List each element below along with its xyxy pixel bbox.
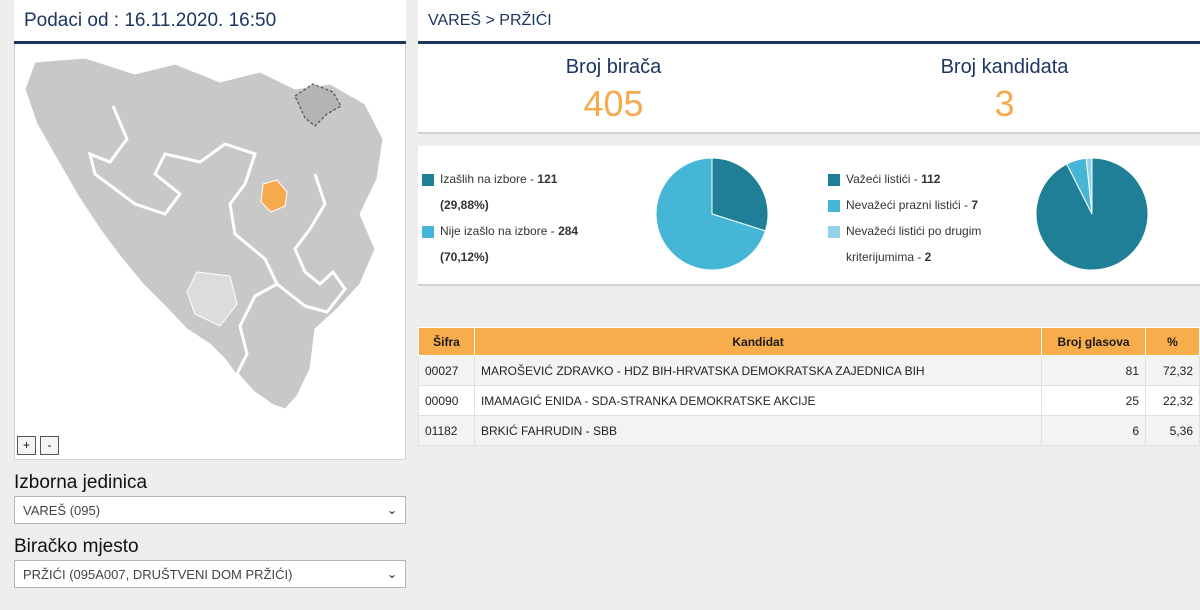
cell-code: 00027 xyxy=(418,355,475,386)
charts-panel: Izašlih na izbore - 121 (29,88%) Nije iza… xyxy=(418,146,1200,286)
voters-label: Broj birača xyxy=(565,56,662,78)
zoom-out-button[interactable]: - xyxy=(40,436,59,455)
zoom-controls: + - xyxy=(17,436,59,455)
legend-pct: (29,88%) xyxy=(440,198,489,212)
legend-item-blank: Nevažeći prazni listići - 7 xyxy=(828,192,1018,218)
candidates-value: 3 xyxy=(994,83,1015,124)
electoral-unit-value: VAREŠ (095) xyxy=(23,502,101,518)
legend-item-other-invalid: Nevažeći listići po drugim kriterijumima… xyxy=(828,218,1018,270)
legend-value: 2 xyxy=(924,250,932,264)
legend-swatch xyxy=(828,200,840,212)
table-header-row: Šifra Kandidat Broj glasova % xyxy=(418,327,1200,356)
cell-candidate: IMAMAGIĆ ENIDA - SDA-STRANKA DEMOKRATSKE… xyxy=(473,385,1043,416)
cell-pct: 72,32 xyxy=(1145,355,1200,386)
cell-pct: 22,32 xyxy=(1145,385,1200,416)
legend-value: 284 xyxy=(558,224,579,238)
left-panel: Podaci od : 16.11.2020. 16:50 + - Izborn… xyxy=(14,0,406,588)
legend-item-no-turnout: Nije izašlo na izbore - 284 (70,12%) xyxy=(422,218,622,270)
polling-station-select[interactable]: PRŽIĆI (095A007, DRUŠTVENI DOM PRŽIĆI) ⌄ xyxy=(14,560,406,588)
results-table: Šifra Kandidat Broj glasova % 00027 MARO… xyxy=(418,327,1200,446)
legend-value: 7 xyxy=(971,198,979,212)
chevron-down-icon: ⌄ xyxy=(386,503,397,517)
legend-swatch xyxy=(828,226,840,238)
data-timestamp: Podaci od : 16.11.2020. 16:50 xyxy=(24,9,277,31)
breadcrumb-text: VAREŠ > PRŽIĆI xyxy=(428,11,552,29)
electoral-unit-label: Izborna jedinica xyxy=(14,472,148,493)
ballots-legend: Važeći listići - 112 Nevažeći prazni lis… xyxy=(828,166,1018,270)
table-row: 00027 MAROŠEVIĆ ZDRAVKO - HDZ BIH-HRVATS… xyxy=(418,355,1200,386)
cell-votes: 6 xyxy=(1041,415,1146,446)
legend-item-turnout: Izašlih na izbore - 121 (29,88%) xyxy=(422,166,622,218)
legend-pct: (70,12%) xyxy=(440,250,489,264)
col-votes-header[interactable]: Broj glasova xyxy=(1041,327,1146,356)
col-pct-header[interactable]: % xyxy=(1145,327,1200,356)
data-timestamp-bar: Podaci od : 16.11.2020. 16:50 xyxy=(14,0,406,44)
cell-votes: 81 xyxy=(1041,355,1146,386)
turnout-pie-chart xyxy=(655,157,769,271)
stats-panel: Broj birača 405 Broj kandidata 3 xyxy=(418,44,1200,134)
legend-label: Nevažeći prazni listići - xyxy=(846,198,972,212)
cell-candidate: BRKIĆ FAHRUDIN - SBB xyxy=(473,415,1043,446)
candidates-label: Broj kandidata xyxy=(940,56,1069,78)
polling-station-label: Biračko mjesto xyxy=(14,536,139,557)
right-panel: VAREŠ > PRŽIĆI Broj birača 405 Broj kand… xyxy=(418,0,1200,446)
legend-value: 121 xyxy=(537,172,558,186)
table-row: 00090 IMAMAGIĆ ENIDA - SDA-STRANKA DEMOK… xyxy=(418,385,1200,416)
cell-candidate: MAROŠEVIĆ ZDRAVKO - HDZ BIH-HRVATSKA DEM… xyxy=(473,355,1043,386)
col-code-header[interactable]: Šifra xyxy=(418,327,475,356)
turnout-legend: Izašlih na izbore - 121 (29,88%) Nije iza… xyxy=(422,166,622,270)
breadcrumb: VAREŠ > PRŽIĆI xyxy=(418,0,1200,44)
electoral-unit-select[interactable]: VAREŠ (095) ⌄ xyxy=(14,496,406,524)
zoom-in-button[interactable]: + xyxy=(17,436,36,455)
legend-item-valid: Važeći listići - 112 xyxy=(828,166,1018,192)
candidates-stat: Broj kandidata 3 xyxy=(809,44,1200,132)
bih-map[interactable] xyxy=(15,44,407,434)
cell-code: 00090 xyxy=(418,385,475,416)
map-panel[interactable]: + - xyxy=(14,44,406,460)
table-row: 01182 BRKIĆ FAHRUDIN - SBB 6 5,36 xyxy=(418,415,1200,446)
legend-label: Nije izašlo na izbore - xyxy=(440,224,559,238)
legend-label: Izašlih na izbore - xyxy=(440,172,538,186)
legend-label: Važeći listići - xyxy=(846,172,922,186)
cell-code: 01182 xyxy=(418,415,475,446)
voters-value: 405 xyxy=(583,83,644,124)
legend-swatch xyxy=(828,174,840,186)
legend-label: Nevažeći listići po drugim kriterijumima… xyxy=(846,224,982,264)
chevron-down-icon: ⌄ xyxy=(386,567,397,581)
cell-pct: 5,36 xyxy=(1145,415,1200,446)
ballots-pie-chart xyxy=(1035,157,1149,271)
legend-value: 112 xyxy=(921,172,941,186)
col-candidate-header[interactable]: Kandidat xyxy=(473,327,1043,356)
polling-station-value: PRŽIĆI (095A007, DRUŠTVENI DOM PRŽIĆI) xyxy=(23,566,293,582)
cell-votes: 25 xyxy=(1041,385,1146,416)
voters-stat: Broj birača 405 xyxy=(418,44,809,132)
legend-swatch xyxy=(422,174,434,186)
legend-swatch xyxy=(422,226,434,238)
